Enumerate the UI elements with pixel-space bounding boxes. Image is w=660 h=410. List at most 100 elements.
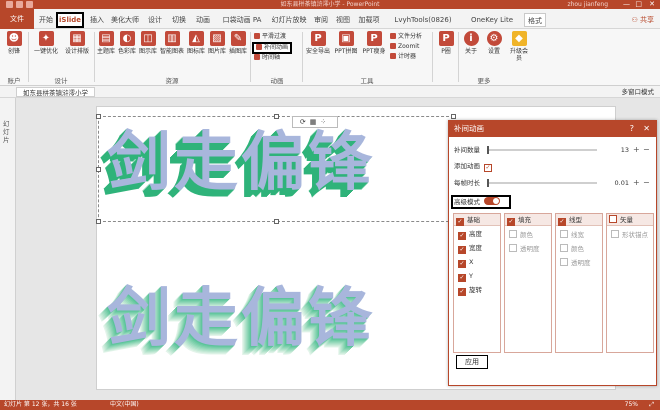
duration-value[interactable]: 0.01 [599,178,629,188]
tab-insert[interactable]: 插入 [88,13,106,27]
resize-handle[interactable] [274,219,279,224]
duration-slider[interactable] [487,179,597,187]
apply-button[interactable]: 应用 [456,355,488,369]
about-button[interactable]: i 关于 [461,31,481,55]
line-color-checkbox[interactable] [560,244,568,252]
close-icon[interactable]: ✕ [643,121,650,137]
zoom-level[interactable]: 75% [625,400,638,410]
illustration-lib-button[interactable]: ✎ 插图库 [228,31,248,55]
selection-box[interactable] [96,114,456,224]
tab-addins[interactable]: 加载项 [356,13,382,27]
maximize-icon[interactable]: □ [635,0,642,9]
tab-view[interactable]: 视图 [334,13,352,27]
tab-lvyhtools[interactable]: LvyhTools(0826) [386,13,460,27]
tween-animation-button[interactable]: 补间动画 [252,42,293,54]
rotation-checkbox[interactable]: ✓ [458,288,466,296]
resize-handle[interactable] [96,219,101,224]
tab-slideshow[interactable]: 幻灯片放映 [270,13,308,27]
color-lib-button[interactable]: ◐ 色彩库 [117,31,137,55]
language-indicator[interactable]: 中文(中国) [110,400,139,410]
tab-animations[interactable]: 动画 [194,13,212,27]
layout-button[interactable]: ▦ 设计排版 [62,31,92,55]
height-checkbox[interactable]: ✓ [458,232,466,240]
share-icon: ⚇ [631,16,640,24]
dots-icon[interactable]: ⁘ [320,118,330,126]
x-checkbox[interactable]: ✓ [458,260,466,268]
fill-color-checkbox[interactable] [509,230,517,238]
group-vector: 矢量 形状锚点 [606,213,654,353]
group-fill-checkbox[interactable]: ✓ [507,218,515,226]
picture-lib-button[interactable]: ▨ 图片库 [207,31,227,55]
tab-beautify[interactable]: 美化大师 [108,13,142,27]
tab-format[interactable]: 格式 [524,13,546,27]
upgrade-button[interactable]: ◆ 升级会员 [508,31,530,62]
ppt-slim-button[interactable]: P PPT瘦身 [360,31,388,55]
width-checkbox[interactable]: ✓ [458,246,466,254]
timer-button[interactable]: 计时器 [390,53,416,61]
account-button[interactable]: ☻ 创锋 [3,31,25,55]
tab-pocket-animation[interactable]: 口袋动画 PA [218,13,266,27]
line-opacity-checkbox[interactable] [560,258,568,266]
mini-toolbar[interactable]: ⟳▦⁘ [292,116,338,128]
smooth-transition-button[interactable]: 平滑过渡 [254,33,286,41]
count-slider[interactable] [487,146,597,154]
fill-opacity-checkbox[interactable] [509,244,517,252]
settings-button[interactable]: ⚙ 设置 [484,31,504,55]
fit-slide-icon[interactable]: ⤢ [649,400,654,410]
picture-icon: ▨ [209,31,225,46]
duration-label: 每帧时长 [454,179,480,187]
optimize-button[interactable]: ✦ 一键优化 [31,31,61,55]
tab-file[interactable]: 文件 [0,9,34,29]
minimize-icon[interactable]: — [623,0,630,9]
timeline-button[interactable]: 时间轴 [254,54,280,62]
help-icon[interactable]: ? [630,121,634,137]
safe-export-button[interactable]: P 安全导出 [304,31,332,55]
resize-handle[interactable] [274,114,279,119]
share-button[interactable]: ⚇ 共享 [631,13,654,27]
group-basic-checkbox[interactable]: ✓ [456,218,464,226]
close-icon[interactable]: ✕ [649,0,655,9]
icon-lib-button[interactable]: ◭ 图标库 [186,31,206,55]
tab-home[interactable]: 开始 [36,13,56,27]
slides-pane[interactable]: 幻灯片 [0,98,16,400]
shape-anchor-checkbox[interactable] [611,230,619,238]
group-line-checkbox[interactable]: ✓ [558,218,566,226]
ppt-puzzle-button[interactable]: ▣ PPT拼图 [332,31,360,55]
palette-icon: ◐ [119,31,135,46]
add-animation-row[interactable]: 添加动画 ✓ [454,161,495,172]
line-width-checkbox[interactable] [560,230,568,238]
tab-onekey[interactable]: OneKey Lite [466,13,518,27]
group-label-animation: 动画 [270,77,284,85]
group-vector-checkbox[interactable] [609,215,617,223]
minus-icon[interactable]: − [643,145,650,155]
document-tabs: 如东县栟茶镇浒澪小学 多窗口模式 [0,86,660,98]
smart-chart-button[interactable]: ▥ 智能图表 [159,31,185,55]
add-animation-checkbox[interactable]: ✓ [484,164,492,172]
user-name[interactable]: zhou jianfeng [567,0,608,9]
tab-review[interactable]: 审阅 [312,13,330,27]
timeline-icon [254,54,260,60]
tab-islide[interactable]: iSlide [56,12,84,28]
tab-design[interactable]: 设计 [146,13,164,27]
advanced-mode-toggle[interactable] [484,197,500,205]
theme-lib-button[interactable]: ▤ 主题库 [96,31,116,55]
slide-text-bottom[interactable]: 剑走偏锋 [107,267,375,359]
tab-transitions[interactable]: 切换 [170,13,188,27]
resize-handle[interactable] [96,114,101,119]
y-checkbox[interactable]: ✓ [458,274,466,282]
document-tab[interactable]: 如东县栟茶镇浒澪小学 [16,87,95,97]
multi-window-toggle[interactable]: 多窗口模式 [622,87,655,97]
grid-icon[interactable]: ▦ [310,118,321,126]
file-analysis-button[interactable]: 文件分析 [390,33,422,41]
zoomit-button[interactable]: Zoomit [390,43,419,51]
plus-icon[interactable]: + [633,178,640,188]
resize-handle[interactable] [451,114,456,119]
resize-handle[interactable] [96,167,101,172]
plus-icon[interactable]: + [633,145,640,155]
p-circle-button[interactable]: P P圈 [436,31,456,55]
rotate-icon[interactable]: ⟳ [300,118,310,126]
count-value[interactable]: 13 [599,145,629,155]
minus-icon[interactable]: − [643,178,650,188]
diagram-lib-button[interactable]: ◫ 图示库 [138,31,158,55]
advanced-mode-row[interactable]: 高级模式 [454,197,500,207]
